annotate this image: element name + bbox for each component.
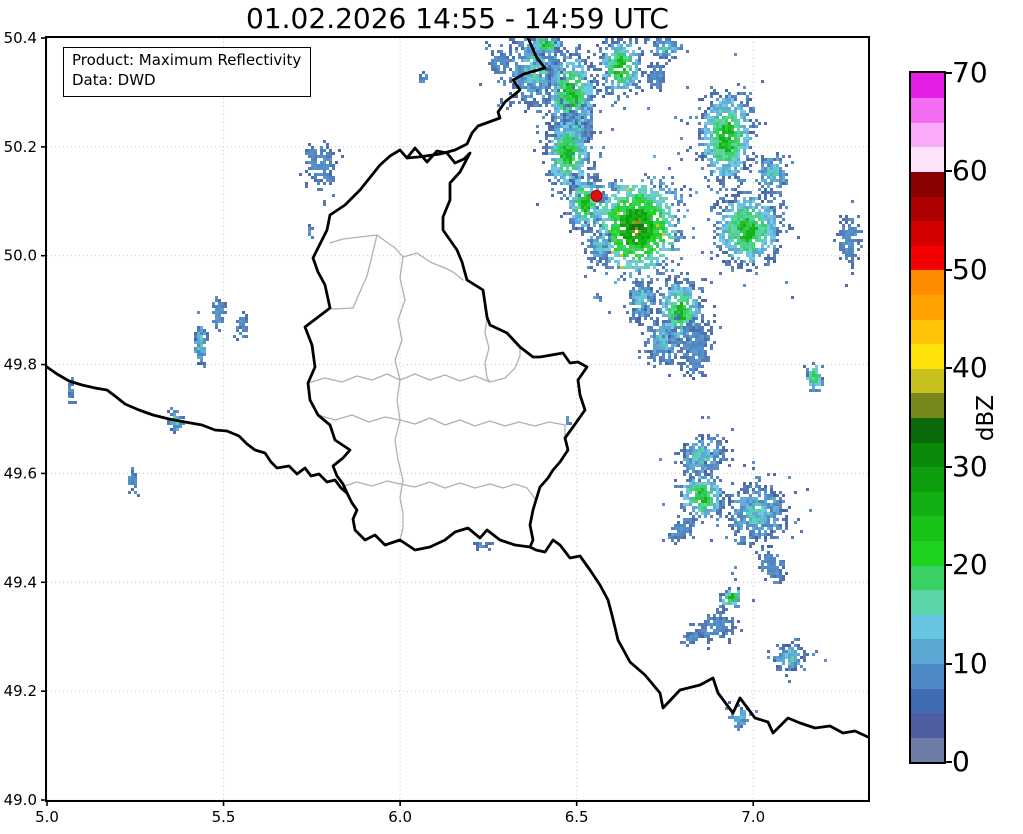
annotation-product-line: Product: Maximum Reflectivity xyxy=(72,51,302,69)
x-tick-label: 6.0 xyxy=(388,808,412,826)
colorbar-tick-label: 0 xyxy=(952,745,970,778)
colorbar xyxy=(909,71,946,764)
axis-tick-labels: 5.0 5.5 6.0 6.5 7.0 49.0 49.2 49.4 49.6 49.8 50.0 5… xyxy=(4,29,766,826)
radar-figure: 01.02.2026 14:55 - 14:59 UTC Product: Ma… xyxy=(0,0,1023,834)
country-border-line xyxy=(47,365,349,495)
colorbar-segment xyxy=(911,688,944,714)
colorbar-segment xyxy=(911,442,944,468)
colorbar-segment xyxy=(911,97,944,123)
colorbar-tick-label: 60 xyxy=(952,154,988,188)
colorbar-segment xyxy=(911,392,944,418)
colorbar-segment xyxy=(911,417,944,443)
country-border-line xyxy=(528,538,868,739)
x-tick-label: 6.5 xyxy=(565,808,589,826)
colorbar-tick-label: 50 xyxy=(952,252,988,286)
y-tick-label: 49.8 xyxy=(4,356,37,374)
x-tick-label: 7.0 xyxy=(741,808,765,826)
colorbar-segment xyxy=(911,343,944,369)
station-marker-dot xyxy=(590,189,603,202)
y-tick-label: 50.2 xyxy=(4,138,37,156)
x-tick-label: 5.5 xyxy=(212,808,236,826)
colorbar-tick-label: 10 xyxy=(952,646,988,680)
x-tick-label: 5.0 xyxy=(35,808,59,826)
colorbar-segment xyxy=(911,294,944,320)
colorbar-segment xyxy=(911,491,944,517)
colorbar-segment xyxy=(911,712,944,738)
colorbar-segment xyxy=(911,540,944,566)
colorbar-segment xyxy=(911,638,944,665)
colorbar-segment xyxy=(911,196,944,222)
colorbar-segment xyxy=(911,319,944,345)
colorbar-tick-label: 30 xyxy=(952,449,988,483)
colorbar-axis-label: dBZ xyxy=(973,394,999,442)
district-border-line xyxy=(329,234,378,310)
colorbar-segment xyxy=(911,737,944,763)
colorbar-segment xyxy=(911,368,944,394)
station-marker xyxy=(590,189,603,202)
district-border-line xyxy=(344,480,537,501)
y-tick-label: 50.4 xyxy=(4,29,37,47)
colorbar-segment xyxy=(911,245,944,271)
product-annotation-box: Product: Maximum Reflectivity Data: DWD xyxy=(63,47,312,97)
district-border-line xyxy=(329,234,464,281)
colorbar-tick-label: 40 xyxy=(952,351,988,385)
country-border-line xyxy=(303,146,589,552)
colorbar-segment xyxy=(911,122,944,148)
colorbar-tick-label: 20 xyxy=(952,548,988,582)
colorbar-segment xyxy=(911,663,944,689)
district-border-line xyxy=(317,414,566,439)
colorbar-segment xyxy=(911,565,944,591)
y-tick-label: 49.6 xyxy=(4,464,37,482)
colorbar-segment xyxy=(911,171,944,197)
colorbar-segment xyxy=(911,466,944,492)
colorbar-segment xyxy=(911,589,944,615)
colorbar-segment xyxy=(911,146,944,172)
colorbar-segment xyxy=(911,515,944,542)
y-tick-label: 49.4 xyxy=(4,573,37,591)
colorbar-segment xyxy=(911,269,944,295)
district-border-line xyxy=(484,316,491,383)
colorbar-segment xyxy=(911,73,944,99)
colorbar-tick-label: 70 xyxy=(952,56,988,89)
y-tick-label: 49.2 xyxy=(4,682,37,700)
y-tick-label: 50.0 xyxy=(4,247,37,265)
radar-echoes xyxy=(68,38,863,731)
annotation-data-line: Data: DWD xyxy=(72,70,156,89)
y-tick-label: 49.0 xyxy=(4,791,37,809)
colorbar-segment xyxy=(911,220,944,246)
map-plot: 5.0 5.5 6.0 6.5 7.0 49.0 49.2 49.4 49.6 49.8 50.0 5… xyxy=(4,29,870,826)
colorbar-segment xyxy=(911,614,944,640)
